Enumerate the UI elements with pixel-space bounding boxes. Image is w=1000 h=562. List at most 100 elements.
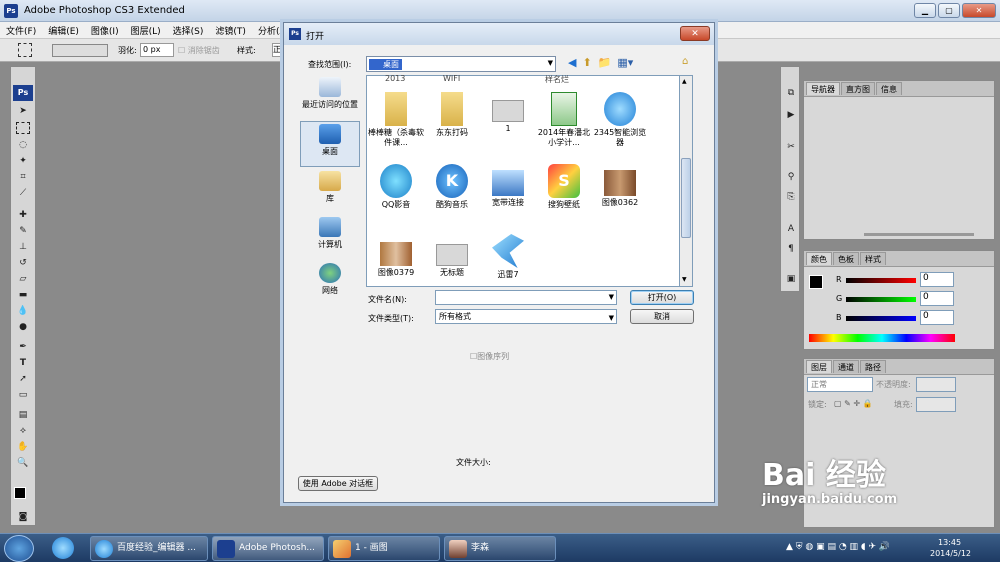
clone-source-icon[interactable]: ⎘ — [784, 191, 798, 203]
filetype-select[interactable]: 所有格式 ▼ — [435, 309, 617, 324]
adobe-bridge-icon[interactable]: ⌂ — [682, 56, 688, 67]
taskbar-item-photoshop[interactable]: Adobe Photosh... — [212, 536, 324, 561]
marquee-tool-icon[interactable] — [16, 122, 30, 134]
list-item[interactable]: 图像0379 — [367, 234, 425, 278]
pen-tool-icon[interactable]: ✒ — [16, 341, 30, 353]
tab-swatches[interactable]: 色板 — [833, 252, 859, 265]
brushes-panel-icon[interactable]: ⚲ — [784, 171, 798, 183]
chevron-down-icon[interactable]: ▼ — [609, 293, 614, 301]
place-desktop[interactable]: 桌面 — [300, 121, 360, 167]
minimize-button[interactable]: ▁ — [914, 3, 936, 18]
list-item[interactable]: QQ影音 — [367, 164, 425, 210]
slice-tool-icon[interactable]: ⟋ — [16, 187, 30, 199]
list-item[interactable]: 东东打码 — [423, 92, 481, 138]
back-icon[interactable]: ◀ — [568, 56, 576, 69]
menu-image[interactable]: 图像(I) — [85, 24, 125, 37]
lookin-combo[interactable]: 桌面 ▼ — [366, 56, 556, 72]
fill-input[interactable] — [916, 397, 956, 412]
tray-icons[interactable]: ▲ ⛨ ◍ ▣ ▤ ◔ ▥ ◖ ✈ 🔊 — [786, 542, 890, 552]
menu-filter[interactable]: 滤镜(T) — [209, 24, 252, 37]
blend-mode-select[interactable]: 正常 — [807, 377, 873, 392]
history-panel-icon[interactable]: ⧉ — [784, 87, 798, 99]
opacity-input[interactable] — [916, 377, 956, 392]
tab-layers[interactable]: 图层 — [806, 360, 832, 373]
image-sequence-checkbox[interactable]: ☐图像序列 — [470, 351, 509, 362]
ie-quicklaunch-icon[interactable] — [52, 537, 74, 559]
layer-comps-icon[interactable]: ▣ — [784, 273, 798, 285]
list-item[interactable]: K 酷狗音乐 — [423, 164, 481, 210]
new-folder-icon[interactable]: 📁 — [598, 56, 612, 69]
path-selection-icon[interactable]: ➚ — [16, 373, 30, 385]
lock-icons[interactable]: ▢ ✎ ✛ 🔒 — [834, 399, 873, 408]
r-slider[interactable] — [846, 278, 916, 283]
b-slider[interactable] — [846, 316, 916, 321]
menu-file[interactable]: 文件(F) — [0, 24, 42, 37]
menu-select[interactable]: 选择(S) — [167, 24, 210, 37]
magic-wand-icon[interactable]: ✦ — [16, 155, 30, 167]
scroll-thumb[interactable] — [681, 158, 691, 238]
scroll-down-icon[interactable]: ▼ — [682, 276, 687, 283]
selection-mode-buttons[interactable] — [52, 44, 108, 57]
chevron-down-icon[interactable]: ▼ — [548, 59, 553, 67]
brush-tool-icon[interactable]: ✎ — [16, 225, 30, 237]
g-value[interactable]: 0 — [920, 291, 954, 306]
tool-presets-icon[interactable]: ✂ — [784, 141, 798, 153]
filename-input[interactable]: ▼ — [435, 290, 617, 305]
actions-panel-icon[interactable]: ▶ — [784, 109, 798, 121]
clock-date[interactable]: 2014/5/12 — [930, 549, 971, 558]
zoom-tool-icon[interactable]: 🔍 — [16, 457, 30, 469]
list-item[interactable]: 2345智能浏览器 — [591, 92, 649, 148]
history-brush-icon[interactable]: ↺ — [16, 257, 30, 269]
menu-layer[interactable]: 图层(L) — [125, 24, 167, 37]
tab-channels[interactable]: 通道 — [833, 360, 859, 373]
dialog-close-button[interactable]: ✕ — [680, 26, 710, 41]
list-item[interactable]: 迅雷7 — [479, 234, 537, 280]
open-button[interactable]: 打开(O) — [630, 290, 694, 305]
up-folder-icon[interactable]: ⬆ — [582, 56, 591, 69]
maximize-button[interactable]: ▢ — [938, 3, 960, 18]
list-item[interactable]: 棒棒糖（杀毒软件课... — [367, 92, 425, 148]
taskbar-item-paint[interactable]: 1 - 画图 — [328, 536, 440, 561]
tab-navigator[interactable]: 导航器 — [806, 82, 840, 95]
use-adobe-dialog-button[interactable]: 使用 Adobe 对话框 — [298, 476, 378, 491]
dodge-tool-icon[interactable]: ● — [16, 321, 30, 333]
file-list-scrollbar[interactable]: ▲ ▼ — [680, 75, 693, 287]
list-item[interactable]: S 搜狗壁纸 — [535, 164, 593, 210]
paragraph-panel-icon[interactable]: ¶ — [784, 243, 798, 255]
quick-mask-icon[interactable]: ◙ — [16, 511, 30, 523]
lasso-tool-icon[interactable]: ◌ — [16, 139, 30, 151]
feather-input[interactable]: 0 px — [140, 43, 174, 57]
tab-histogram[interactable]: 直方图 — [841, 82, 875, 95]
view-menu-icon[interactable]: ▦▾ — [617, 56, 633, 69]
place-computer[interactable]: 计算机 — [296, 215, 364, 261]
crop-tool-icon[interactable]: ⌗ — [16, 171, 30, 183]
foreground-color-swatch[interactable] — [14, 487, 26, 499]
start-button[interactable] — [4, 535, 34, 562]
list-item[interactable]: 无标题 — [423, 234, 481, 278]
notes-tool-icon[interactable]: ▤ — [16, 409, 30, 421]
move-tool-icon[interactable]: ➤ — [16, 105, 30, 117]
type-tool-icon[interactable]: T — [16, 357, 30, 369]
antialias-checkbox[interactable]: ☐ 消除锯齿 — [178, 45, 220, 56]
healing-brush-icon[interactable]: ✚ — [16, 209, 30, 221]
tab-info[interactable]: 信息 — [876, 82, 902, 95]
list-item[interactable]: 图像0362 — [591, 164, 649, 208]
cancel-button[interactable]: 取消 — [630, 309, 694, 324]
marquee-tool-icon[interactable] — [18, 43, 32, 57]
list-item[interactable]: 宽带连接 — [479, 164, 537, 208]
eyedropper-tool-icon[interactable]: ⟡ — [16, 425, 30, 437]
zoom-slider[interactable] — [864, 233, 974, 236]
g-slider[interactable] — [846, 297, 916, 302]
hand-tool-icon[interactable]: ✋ — [16, 441, 30, 453]
color-spectrum-bar[interactable] — [809, 334, 955, 342]
clock-time[interactable]: 13:45 — [938, 538, 961, 547]
color-foreground-swatch[interactable] — [809, 275, 823, 289]
list-item[interactable]: 1 — [479, 92, 537, 134]
taskbar-item-baidu[interactable]: 百度经验_编辑器 ... — [90, 536, 208, 561]
r-value[interactable]: 0 — [920, 272, 954, 287]
place-network[interactable]: 网络 — [296, 261, 364, 307]
tab-color[interactable]: 颜色 — [806, 252, 832, 265]
gradient-tool-icon[interactable]: ▬ — [16, 289, 30, 301]
taskbar-item-chat[interactable]: 李森 — [444, 536, 556, 561]
list-item[interactable]: 2014年春潘北小学计... — [535, 92, 593, 148]
